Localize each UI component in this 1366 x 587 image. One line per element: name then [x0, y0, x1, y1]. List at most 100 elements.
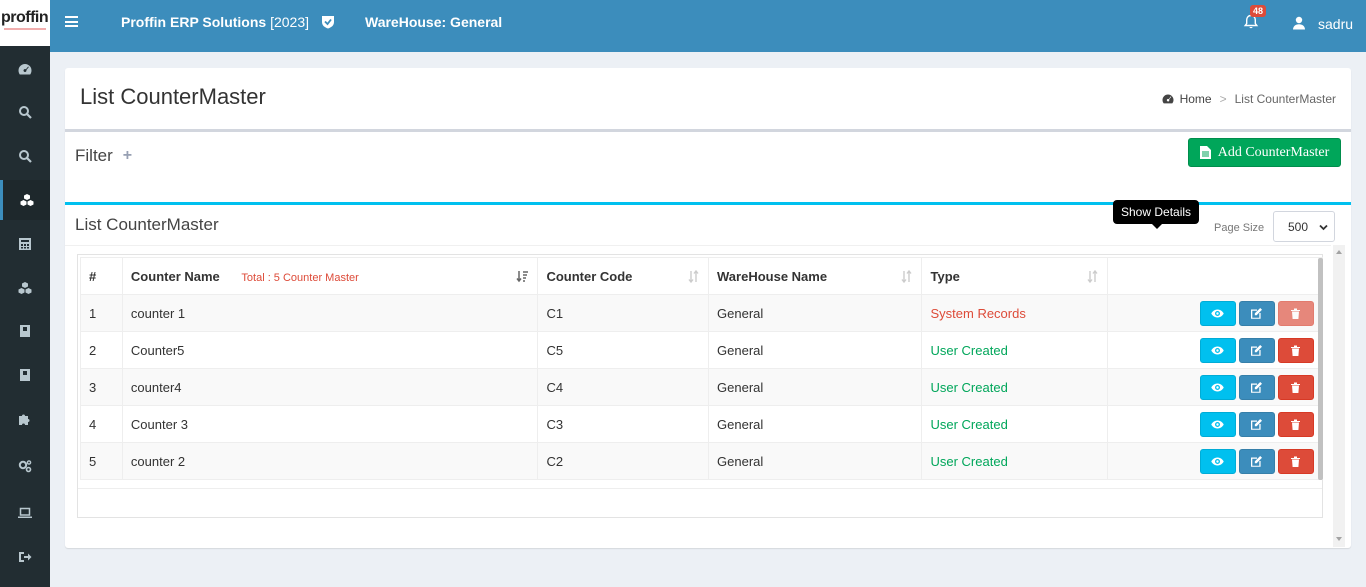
chevron-down-icon	[1319, 224, 1328, 231]
delete-button[interactable]	[1277, 374, 1314, 400]
breadcrumb-home[interactable]: Home	[1180, 92, 1212, 106]
delete-button[interactable]	[1277, 411, 1314, 437]
sort-desc-icon[interactable]	[516, 270, 529, 283]
plus-icon[interactable]: +	[123, 147, 132, 165]
filter-label: Filter	[75, 146, 113, 165]
cell-type: User Created	[921, 442, 1108, 480]
header-divider	[65, 129, 1351, 132]
add-countermaster-button[interactable]: Add CounterMaster	[1188, 138, 1341, 167]
scroll-down-arrow[interactable]	[1336, 537, 1342, 541]
cell-warehouse-name: General	[708, 405, 923, 443]
search-icon	[19, 106, 32, 119]
edit-button[interactable]	[1238, 411, 1275, 437]
sidebar-item-3[interactable]	[0, 136, 50, 176]
cell-warehouse-name: General	[708, 294, 923, 332]
cell-actions	[1106, 331, 1324, 369]
col-header-warehouse-name[interactable]: WareHouse Name	[708, 257, 923, 295]
sidebar-item-6[interactable]	[0, 268, 50, 308]
page-size-label: Page Size	[1214, 222, 1265, 234]
cell-actions	[1106, 368, 1324, 406]
cell-counter-code: C3	[537, 405, 710, 443]
page-scrollbar[interactable]	[1333, 245, 1345, 547]
book-icon	[20, 325, 30, 337]
user-name[interactable]: sadru	[1318, 16, 1353, 32]
add-button-label: Add CounterMaster	[1217, 144, 1330, 160]
filter-toggle[interactable]: Filter +	[75, 146, 132, 166]
sidebar-item-11[interactable]	[0, 493, 50, 533]
user-icon[interactable]	[1292, 16, 1306, 30]
laptop-icon	[18, 507, 32, 518]
menu-toggle-icon[interactable]	[65, 16, 78, 27]
cell-warehouse-name: General	[708, 331, 923, 369]
edit-icon	[1251, 381, 1263, 393]
trash-icon	[1291, 419, 1301, 430]
col-header-counter-code[interactable]: Counter Code	[537, 257, 710, 295]
col-header-actions	[1106, 257, 1324, 295]
cell-type: System Records	[921, 294, 1108, 332]
sidebar-item-2[interactable]	[0, 92, 50, 132]
edit-button[interactable]	[1238, 337, 1275, 363]
trash-icon	[1291, 456, 1301, 467]
page-size-select[interactable]: 500	[1273, 211, 1335, 242]
eye-icon	[1211, 309, 1225, 317]
delete-button[interactable]	[1277, 448, 1314, 474]
brand-name: Proffin ERP Solutions	[121, 14, 267, 30]
shield-check-icon[interactable]	[321, 15, 335, 29]
sidebar: proffin	[0, 0, 50, 587]
trash-icon	[1291, 308, 1301, 319]
view-details-button[interactable]	[1199, 300, 1236, 326]
delete-button[interactable]	[1277, 300, 1314, 326]
edit-button[interactable]	[1238, 448, 1275, 474]
table-header-row: # Counter Name Total : 5 Counter Master …	[80, 257, 1324, 295]
sort-icon[interactable]	[900, 270, 913, 283]
view-details-button[interactable]	[1199, 448, 1236, 474]
sidebar-item-10[interactable]	[0, 446, 50, 486]
sidebar-item-5[interactable]	[0, 224, 50, 264]
cubes-icon	[20, 194, 33, 206]
cell-counter-name: counter 1	[121, 294, 539, 332]
cell-type: User Created	[921, 368, 1108, 406]
sidebar-item-7[interactable]	[0, 311, 50, 351]
col-header-type[interactable]: Type	[921, 257, 1108, 295]
page-size-value: 500	[1288, 219, 1309, 234]
sidebar-item-4[interactable]	[0, 180, 50, 220]
edit-button[interactable]	[1238, 374, 1275, 400]
file-icon	[1199, 146, 1211, 159]
sort-icon[interactable]	[687, 270, 700, 283]
sort-icon[interactable]	[1086, 270, 1099, 283]
logo-text: proffin	[1, 9, 49, 26]
cell-counter-name: counter 2	[121, 442, 539, 480]
view-details-button[interactable]	[1199, 374, 1236, 400]
cell-counter-name: Counter5	[121, 331, 539, 369]
view-details-button[interactable]	[1199, 337, 1236, 363]
sidebar-item-8[interactable]	[0, 355, 50, 395]
list-header-divider	[65, 245, 1331, 246]
notification-badge: 48	[1250, 5, 1267, 17]
eye-icon	[1211, 346, 1225, 354]
view-details-button[interactable]	[1199, 411, 1236, 437]
cell-type: User Created	[921, 331, 1108, 369]
book-icon	[20, 369, 30, 381]
cell-actions	[1106, 294, 1324, 332]
table-scrollbar-thumb[interactable]	[1318, 258, 1323, 480]
cell-type: User Created	[921, 405, 1108, 443]
cubes-icon	[18, 282, 32, 294]
total-count-label: Total : 5 Counter Master	[241, 271, 359, 284]
table-footer-line	[78, 488, 1322, 489]
sidebar-item-1[interactable]	[0, 49, 50, 89]
delete-button[interactable]	[1277, 337, 1314, 363]
table-row: 4 Counter 3 C3 General User Created	[80, 405, 1324, 443]
table-row: 1 counter 1 C1 General System Records	[80, 294, 1324, 332]
eye-icon	[1211, 420, 1225, 428]
sidebar-item-9[interactable]	[0, 399, 50, 439]
warehouse-label[interactable]: WareHouse: General	[365, 14, 502, 30]
cell-counter-code: C5	[537, 331, 710, 369]
edit-button[interactable]	[1238, 300, 1275, 326]
sidebar-item-12[interactable]	[0, 537, 50, 577]
app-logo[interactable]: proffin	[0, 0, 50, 46]
edit-icon	[1251, 344, 1263, 356]
cell-counter-code: C2	[537, 442, 710, 480]
warehouse-name-header-label: WareHouse Name	[717, 268, 828, 284]
col-header-counter-name[interactable]: Counter Name Total : 5 Counter Master	[121, 257, 539, 295]
scroll-up-arrow[interactable]	[1336, 250, 1342, 254]
